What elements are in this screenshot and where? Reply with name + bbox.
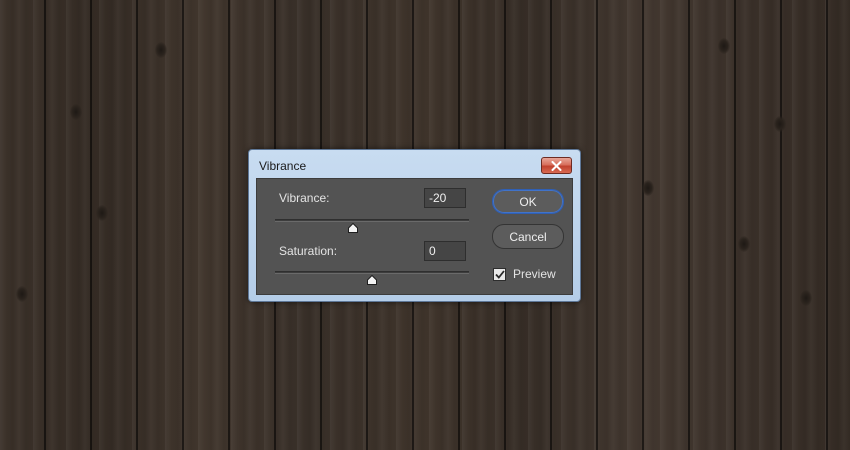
preview-checkbox[interactable] bbox=[493, 267, 506, 281]
vibrance-input[interactable] bbox=[424, 188, 466, 208]
dialog-title: Vibrance bbox=[259, 159, 307, 173]
cancel-button[interactable]: Cancel bbox=[492, 224, 564, 249]
close-button[interactable] bbox=[541, 157, 572, 174]
vibrance-label: Vibrance: bbox=[279, 191, 330, 205]
saturation-slider-thumb[interactable] bbox=[367, 275, 377, 285]
saturation-slider[interactable] bbox=[275, 269, 469, 285]
slider-thumb-icon bbox=[347, 223, 358, 233]
checkmark-icon bbox=[494, 269, 505, 279]
dialog-content: Vibrance: Saturation: OK Cancel bbox=[256, 178, 573, 295]
vibrance-slider[interactable] bbox=[275, 217, 469, 233]
wood-knot bbox=[96, 205, 108, 221]
vibrance-slider-track[interactable] bbox=[275, 219, 469, 222]
saturation-label: Saturation: bbox=[279, 244, 338, 258]
vibrance-slider-thumb[interactable] bbox=[347, 223, 358, 233]
wood-knot bbox=[155, 42, 167, 58]
slider-thumb-icon bbox=[367, 275, 377, 285]
wood-knot bbox=[738, 236, 750, 252]
wood-knot bbox=[16, 286, 28, 302]
preview-label: Preview bbox=[513, 267, 556, 281]
wood-knot bbox=[642, 180, 654, 196]
close-icon bbox=[551, 160, 562, 171]
ok-button[interactable]: OK bbox=[492, 189, 564, 214]
wood-knot bbox=[800, 290, 812, 306]
wood-knot bbox=[70, 104, 82, 120]
dialog-titlebar[interactable]: Vibrance bbox=[249, 150, 580, 178]
saturation-input[interactable] bbox=[424, 241, 466, 261]
vibrance-dialog: Vibrance Vibrance: Saturation: bbox=[248, 149, 581, 302]
saturation-slider-track[interactable] bbox=[275, 271, 469, 274]
wood-knot bbox=[718, 38, 730, 54]
preview-option[interactable]: Preview bbox=[493, 267, 556, 281]
wood-knot bbox=[774, 116, 786, 132]
